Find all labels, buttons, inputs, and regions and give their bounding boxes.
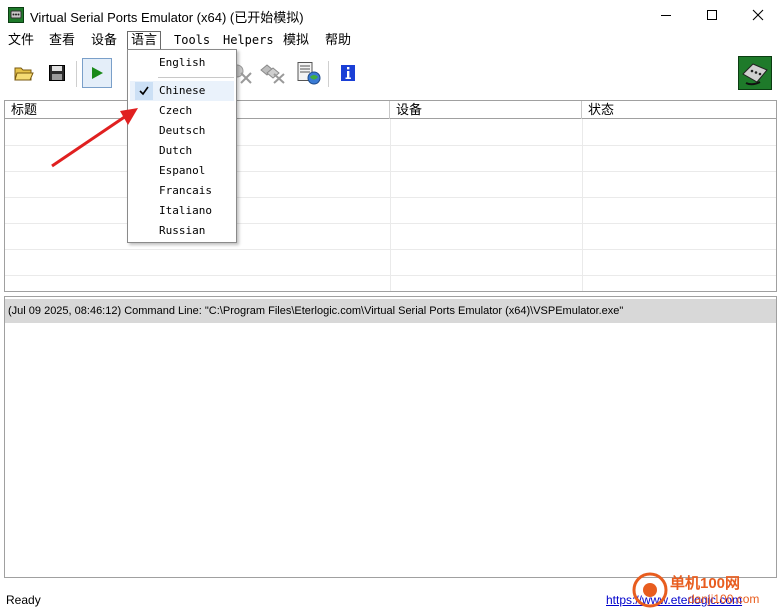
play-icon [92, 67, 103, 79]
column-header-status[interactable]: 状态 [582, 101, 776, 119]
menu-device[interactable]: 设备 [88, 31, 120, 50]
menu-separator [158, 77, 234, 78]
open-button[interactable] [9, 58, 39, 88]
minimize-button[interactable] [643, 0, 689, 30]
menu-helpers[interactable]: Helpers [220, 31, 277, 50]
serial-port-icon [8, 7, 24, 23]
toolbar [0, 52, 781, 96]
table-row[interactable] [5, 250, 776, 276]
minimize-icon [661, 15, 671, 16]
table-row[interactable] [5, 224, 776, 250]
log-entry[interactable]: (Jul 09 2025, 08:46:12) Command Line: "C… [5, 299, 776, 323]
language-label: Italiano [159, 204, 212, 217]
language-item-russian[interactable]: Russian [130, 221, 234, 241]
window-title: Virtual Serial Ports Emulator (x64) (已开始… [30, 10, 304, 25]
maximize-button[interactable] [689, 0, 735, 30]
column-divider [390, 119, 391, 291]
about-button[interactable] [333, 58, 363, 88]
toolbar-separator [328, 61, 329, 87]
language-label: Czech [159, 104, 193, 117]
menu-help[interactable]: 帮助 [322, 31, 354, 50]
website-link[interactable]: https://www.eterlogic.com [606, 593, 742, 607]
close-icon [752, 9, 764, 21]
serial-port-icon [738, 56, 772, 90]
language-label: Deutsch [159, 124, 206, 137]
language-label: Russian [159, 224, 206, 237]
menu-emulation[interactable]: 模拟 [280, 31, 312, 50]
table-row[interactable] [5, 198, 776, 224]
logo [737, 55, 773, 91]
language-label: Espanol [159, 164, 206, 177]
annotation-arrow-icon [51, 108, 138, 168]
status-text: Ready [6, 593, 41, 607]
language-label: Francais [159, 184, 212, 197]
log-panel[interactable]: (Jul 09 2025, 08:46:12) Command Line: "C… [4, 296, 777, 578]
menu-file[interactable]: 文件 [5, 31, 37, 50]
column-header-device[interactable]: 设备 [390, 101, 582, 119]
status-bar: Ready https://www.eterlogic.com [0, 588, 781, 611]
menu-view[interactable]: 查看 [46, 31, 78, 50]
toolbar-separator [76, 61, 77, 87]
language-label: Chinese [159, 84, 206, 97]
info-icon [341, 65, 355, 81]
title-bar[interactable]: Virtual Serial Ports Emulator (x64) (已开始… [0, 0, 781, 30]
maximize-icon [707, 10, 717, 20]
save-button[interactable] [42, 58, 72, 88]
language-item-francais[interactable]: Francais [130, 181, 234, 201]
column-divider [582, 119, 583, 291]
device-settings-icon [297, 62, 321, 85]
menu-language[interactable]: 语言 [127, 31, 162, 50]
menu-tools[interactable]: Tools [171, 31, 213, 50]
remove-device-button[interactable] [257, 58, 287, 88]
language-label: English [159, 56, 206, 69]
start-emulation-button[interactable] [82, 58, 112, 88]
device-settings-button[interactable] [294, 58, 324, 88]
open-folder-icon [14, 67, 34, 81]
language-label: Dutch [159, 144, 193, 157]
save-icon [49, 65, 65, 81]
language-item-italiano[interactable]: Italiano [130, 201, 234, 221]
language-item-english[interactable]: English [130, 53, 234, 73]
remove-device-icon [260, 64, 285, 84]
close-button[interactable] [735, 0, 781, 30]
menu-bar: 文件 查看 设备 语言 Tools Helpers 模拟 帮助 [0, 30, 781, 50]
